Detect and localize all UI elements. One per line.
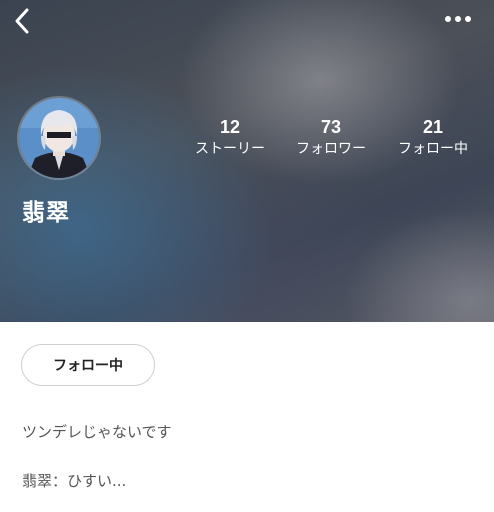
following-button[interactable]: フォロー中 [21, 344, 155, 386]
stat-label: フォロワー [296, 141, 366, 157]
bio-line: ツンデレじゃないです [22, 423, 172, 441]
stat-stories[interactable]: 12 ストーリー [180, 116, 280, 158]
back-button[interactable] [8, 6, 36, 36]
avatar[interactable] [19, 98, 99, 178]
stat-label: フォロー中 [398, 141, 468, 157]
avatar-image [19, 98, 99, 178]
more-options-button[interactable] [440, 8, 476, 30]
profile-header: 翡翠 12 ストーリー 73 フォロワー 21 フォロー中 [0, 0, 494, 322]
username: 翡翠 [22, 200, 70, 226]
chevron-left-icon [15, 8, 29, 34]
stat-label: ストーリー [195, 141, 265, 157]
bio-line: 翡翠：ひすい... [22, 472, 127, 490]
more-horizontal-icon [445, 16, 471, 22]
stat-following[interactable]: 21 フォロー中 [383, 116, 483, 158]
stat-count: 21 [422, 117, 444, 137]
stat-count: 73 [320, 117, 342, 137]
stat-count: 12 [219, 117, 241, 137]
stat-followers[interactable]: 73 フォロワー [281, 116, 381, 158]
profile-page: 翡翠 12 ストーリー 73 フォロワー 21 フォロー中 フォロー中 ツンデレ… [0, 0, 494, 512]
